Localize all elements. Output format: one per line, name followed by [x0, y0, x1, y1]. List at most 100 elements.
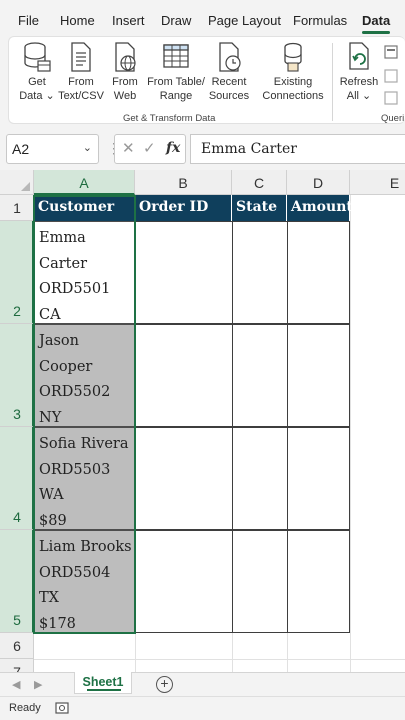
gridline [350, 195, 351, 672]
cell-c5[interactable] [232, 530, 288, 633]
from-table-sublabel: Range [159, 90, 193, 102]
recent-sources-sublabel: Sources [208, 90, 250, 102]
formula-input[interactable]: Emma Carter [190, 134, 405, 164]
cell-b2[interactable] [134, 221, 233, 324]
text-file-icon [71, 42, 91, 72]
existing-connections-label: Existing [273, 76, 313, 88]
tab-data[interactable]: Data [362, 13, 390, 28]
from-table-range-button[interactable]: From Table/ Range [147, 41, 205, 103]
row-header-6[interactable]: 6 [0, 633, 34, 659]
cell-d4[interactable] [287, 427, 350, 530]
existing-connections-sublabel: Connections [262, 90, 324, 102]
tab-draw[interactable]: Draw [161, 13, 191, 28]
recent-sources-button[interactable]: Recent Sources [208, 41, 250, 103]
cell-c3[interactable] [232, 324, 288, 427]
cell-d5[interactable] [287, 530, 350, 633]
refresh-all-button[interactable]: Refresh All ⌄ [339, 41, 379, 103]
ribbon-panel: Get Data ⌄ From Text/CSV From Web From T… [8, 36, 405, 124]
sheet-tab-sheet1[interactable]: Sheet1 [74, 672, 132, 694]
connections-icon [284, 42, 302, 72]
from-web-button[interactable]: From Web [109, 41, 141, 103]
row-header-7[interactable]: 7 [0, 659, 34, 672]
ribbon-tab-bar: File Home Insert Draw Page Layout Formul… [0, 0, 405, 34]
from-text-csv-button[interactable]: From Text/CSV [58, 41, 104, 103]
cell-c4[interactable] [232, 427, 288, 530]
row-number: 7 [13, 664, 21, 672]
row-header-5[interactable]: 5 [0, 530, 34, 633]
tab-insert[interactable]: Insert [112, 13, 145, 28]
refresh-icon [349, 42, 369, 70]
get-data-sublabel: Data ⌄ [19, 90, 55, 102]
cell-b5[interactable] [134, 530, 233, 633]
table-icon [163, 44, 189, 68]
row-number: 3 [13, 406, 21, 422]
status-bar: Ready [0, 696, 405, 720]
row-header-4[interactable]: 4 [0, 427, 34, 530]
scroll-left-icon[interactable]: ◀ [12, 678, 20, 691]
from-web-label: From [112, 76, 138, 88]
group-label-get-transform: Get & Transform Data [123, 113, 216, 124]
queries-connections-icon[interactable] [384, 45, 398, 64]
cell-b4[interactable] [134, 427, 233, 530]
group-label-queries: Queri [381, 113, 405, 124]
row-number: 4 [13, 509, 21, 525]
cell-d3[interactable] [287, 324, 350, 427]
refresh-all-sublabel: All ⌄ [346, 90, 372, 102]
cell-a4[interactable]: Sofia Rivera ORD5503 WA $89 [34, 427, 135, 530]
cell-a5[interactable]: Liam Brooks ORD5504 TX $178 [34, 530, 135, 633]
refresh-all-label: Refresh [339, 76, 379, 88]
cell-d2[interactable] [287, 221, 350, 324]
from-web-sublabel: Web [113, 90, 137, 102]
row-header-1[interactable]: 1 [0, 195, 34, 221]
chevron-down-icon[interactable]: ⌄ [83, 141, 92, 154]
web-page-icon [115, 42, 136, 72]
insert-function-button[interactable]: fx [166, 140, 180, 156]
row-number: 6 [13, 638, 21, 654]
formula-buttons: ✕ ✓ fx [114, 134, 186, 164]
tab-formulas[interactable]: Formulas [293, 13, 347, 28]
tab-page-layout[interactable]: Page Layout [208, 13, 281, 28]
edit-links-icon[interactable] [384, 91, 398, 110]
row-header-2[interactable]: 2 [0, 221, 34, 324]
gridline [34, 659, 405, 660]
worksheet-grid[interactable]: A B C D E 1 2 3 4 5 6 7 Customer Order I… [0, 170, 405, 672]
column-header-e[interactable]: E [350, 170, 405, 195]
from-table-label: From Table/ [147, 76, 205, 88]
recent-sources-label: Recent [211, 76, 247, 88]
cell-a5-text: Liam Brooks ORD5504 TX $178 [39, 539, 132, 632]
recent-file-icon [219, 42, 241, 72]
tab-home[interactable]: Home [60, 13, 95, 28]
row-number: 1 [13, 200, 21, 216]
cell-b3[interactable] [134, 324, 233, 427]
cell-a3[interactable]: Jason Cooper ORD5502 NY $245 [34, 324, 135, 451]
scroll-right-icon[interactable]: ▶ [34, 678, 42, 691]
accessibility-icon[interactable] [54, 700, 70, 720]
ribbon: Get Data ⌄ From Text/CSV From Web From T… [0, 34, 405, 128]
cell-a4-text: Sofia Rivera ORD5503 WA $89 [39, 436, 129, 529]
row-number: 2 [13, 303, 21, 319]
add-sheet-button[interactable]: + [156, 676, 173, 693]
tab-file[interactable]: File [18, 13, 39, 28]
enter-check-icon[interactable]: ✓ [143, 139, 156, 157]
formula-bar: A2 ⌄ ⋮ ✕ ✓ fx Emma Carter [0, 128, 405, 170]
select-all-button[interactable] [0, 170, 34, 195]
sheet-tab-bar: ◀ ▶ Sheet1 + [0, 672, 405, 696]
column-header-b[interactable]: B [135, 170, 232, 195]
database-icon [24, 42, 51, 72]
header-cell-amount[interactable]: Amount [287, 195, 353, 221]
name-box[interactable]: A2 ⌄ [6, 134, 99, 164]
cancel-icon[interactable]: ✕ [122, 139, 135, 157]
column-header-d[interactable]: D [287, 170, 350, 195]
header-cell-customer[interactable]: Customer [34, 195, 135, 221]
row-header-3[interactable]: 3 [0, 324, 34, 427]
get-data-button[interactable]: Get Data ⌄ [19, 41, 55, 103]
cell-c2[interactable] [232, 221, 288, 324]
cell-a2[interactable]: Emma Carter ORD5501 CA $128 [34, 221, 135, 348]
column-header-a[interactable]: A [34, 170, 135, 195]
column-header-c[interactable]: C [232, 170, 287, 195]
header-cell-order-id[interactable]: Order ID [135, 195, 232, 221]
properties-icon[interactable] [384, 69, 398, 88]
group-separator [332, 43, 333, 121]
header-cell-state[interactable]: State [232, 195, 287, 221]
existing-connections-button[interactable]: Existing Connections [261, 41, 325, 103]
